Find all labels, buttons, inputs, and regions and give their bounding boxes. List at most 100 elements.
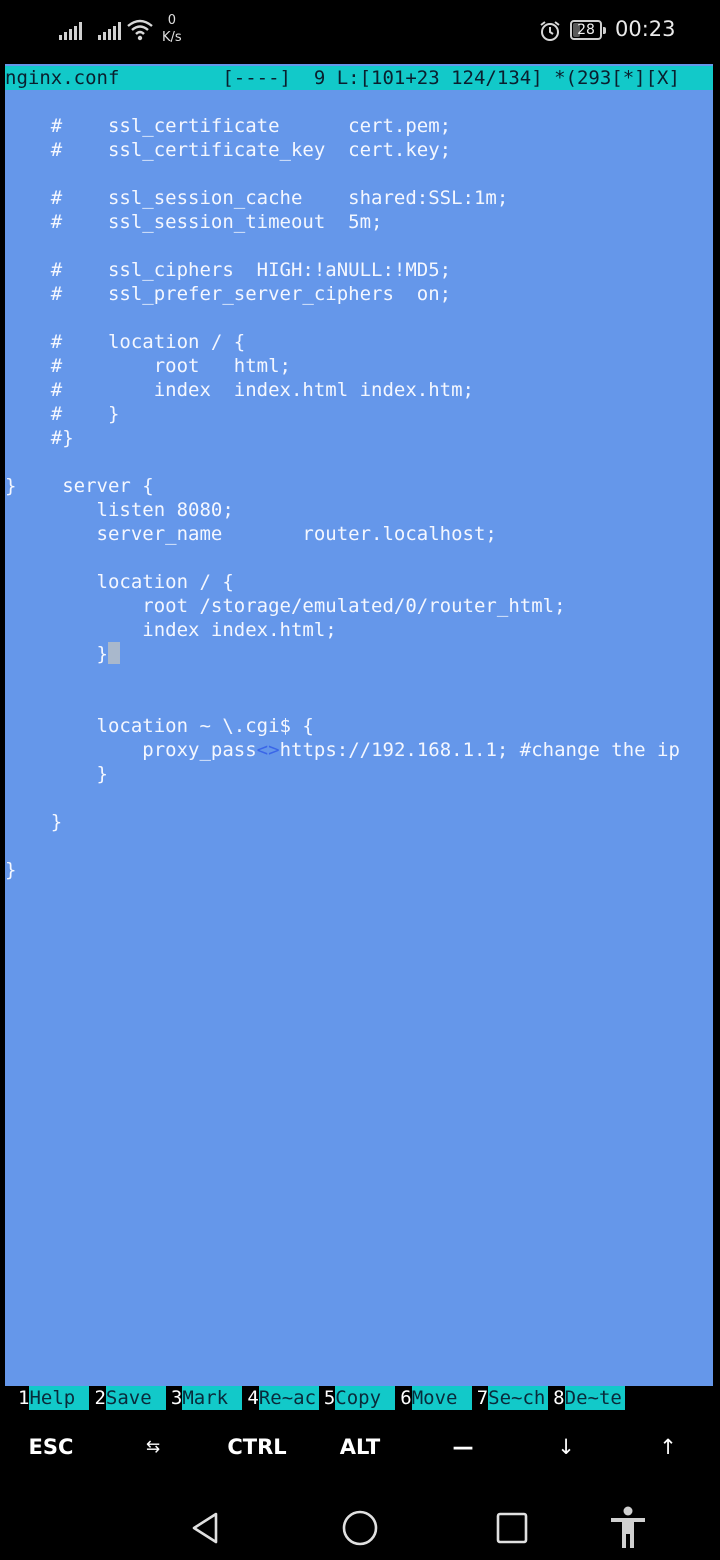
code-line-text: # ssl_session_cache shared:SSL:1m; — [5, 187, 509, 209]
accessibility-figure-icon — [611, 1506, 645, 1548]
code-line-text: } — [5, 643, 108, 665]
code-line-text: listen 8080; — [5, 499, 234, 521]
home-button[interactable] — [330, 1498, 390, 1558]
navigation-bar — [0, 1488, 720, 1560]
code-line-text: } server { — [5, 475, 154, 497]
back-triangle-icon — [192, 1512, 218, 1544]
wifi-icon — [127, 19, 153, 41]
ctrl-key[interactable]: CTRL — [204, 1410, 310, 1484]
battery-icon: 28 — [570, 20, 606, 40]
alt-key[interactable]: ALT — [310, 1410, 410, 1484]
code-line-text: # root html; — [5, 355, 291, 377]
code-line[interactable]: } server { — [5, 474, 680, 498]
function-key-label: Mark — [182, 1386, 243, 1410]
code-line-text: } — [5, 859, 17, 881]
up-arrow-key[interactable]: ↑ — [616, 1410, 720, 1484]
battery-level: 28 — [577, 22, 595, 38]
code-line[interactable]: # ssl_certificate_key cert.key; — [5, 138, 680, 162]
function-key-label: De~te — [564, 1386, 625, 1410]
function-key-1[interactable]: 1 Help — [18, 1386, 90, 1410]
function-key-2[interactable]: 2 Save — [94, 1386, 166, 1410]
accessibility-button[interactable] — [598, 1498, 658, 1558]
function-key-label: Se~ch — [488, 1386, 549, 1410]
code-line[interactable]: # ssl_session_timeout 5m; — [5, 210, 680, 234]
code-line[interactable]: # location / { — [5, 330, 680, 354]
code-line[interactable]: } — [5, 810, 680, 834]
function-key-bar: 1 Help 2 Save 3 Mark 4 Re~ac 5 Copy 6 Move 7 Se~ch 8 De… — [0, 1386, 720, 1410]
function-key-label: Move — [411, 1386, 472, 1410]
esc-key[interactable]: ESC — [0, 1410, 102, 1484]
code-line[interactable] — [5, 162, 680, 186]
home-circle-icon — [342, 1510, 378, 1546]
extra-keys-row: ESC ⇆ CTRL ALT — ↓ ↑ — [0, 1410, 720, 1488]
recents-square-icon — [496, 1512, 528, 1544]
editor-window[interactable]: nginx.conf [----] 9 L:[101+23 124/134] *… — [5, 64, 713, 1386]
code-line[interactable] — [5, 786, 680, 810]
back-button[interactable] — [176, 1498, 236, 1558]
function-key-number: 4 — [247, 1387, 259, 1409]
code-line[interactable] — [5, 546, 680, 570]
code-line-text: # } — [5, 403, 120, 425]
code-line[interactable] — [5, 834, 680, 858]
function-key-4[interactable]: 4 Re~ac — [247, 1386, 319, 1410]
net-speed-unit: K/s — [162, 30, 182, 45]
code-line[interactable]: # ssl_ciphers HIGH:!aNULL:!MD5; — [5, 258, 680, 282]
status-bar: 0 K/s 28 00:23 — [0, 0, 720, 64]
code-line[interactable]: } — [5, 642, 680, 666]
function-key-7[interactable]: 7 Se~ch — [476, 1386, 549, 1410]
code-line[interactable] — [5, 234, 680, 258]
recents-button[interactable] — [482, 1498, 542, 1558]
tab-key[interactable]: ⇆ — [102, 1410, 204, 1484]
dash-key[interactable]: — — [410, 1410, 516, 1484]
code-line[interactable]: server_name router.localhost; — [5, 522, 680, 546]
function-key-8[interactable]: 8 De~te — [553, 1386, 625, 1410]
code-line-text: server_name router.localhost; — [5, 523, 497, 545]
code-line-text: } — [5, 763, 108, 785]
code-line[interactable] — [5, 306, 680, 330]
code-line-text: # location / { — [5, 331, 246, 353]
code-line-text: location / { — [5, 571, 234, 593]
function-key-number: 2 — [94, 1387, 106, 1409]
code-line[interactable]: # } — [5, 402, 680, 426]
code-line-text: location ~ \.cgi$ { — [5, 715, 314, 737]
function-key-5[interactable]: 5 Copy — [323, 1386, 396, 1410]
code-line[interactable]: } — [5, 858, 680, 882]
code-line[interactable]: #} — [5, 426, 680, 450]
function-key-6[interactable]: 6 Move — [400, 1386, 472, 1410]
function-key-number: 5 — [323, 1387, 336, 1409]
function-key-3[interactable]: 3 Mark — [170, 1386, 243, 1410]
function-key-label: Save — [105, 1386, 166, 1410]
code-line[interactable] — [5, 666, 680, 690]
code-line-text: #} — [5, 427, 74, 449]
code-line[interactable]: proxy_pass<>https://192.168.1.1; #change… — [5, 738, 680, 762]
code-line-text: } — [5, 811, 63, 833]
code-line[interactable]: location / { — [5, 570, 680, 594]
code-line-text: proxy_pass — [5, 739, 257, 761]
function-key-label: Copy — [335, 1386, 396, 1410]
function-key-label: Help — [29, 1386, 90, 1410]
function-key-number: 3 — [170, 1387, 183, 1409]
code-line[interactable] — [5, 450, 680, 474]
code-line[interactable]: listen 8080; — [5, 498, 680, 522]
code-line[interactable] — [5, 690, 680, 714]
code-line-text: # ssl_prefer_server_ciphers on; — [5, 283, 452, 305]
clock: 00:23 — [615, 17, 676, 41]
function-key-number: 7 — [476, 1387, 489, 1409]
code-line[interactable]: } — [5, 762, 680, 786]
proxy-pass-value: https://192.168.1.1; #change the ip — [279, 739, 680, 761]
code-line[interactable]: # root html; — [5, 354, 680, 378]
code-line[interactable]: # ssl_session_cache shared:SSL:1m; — [5, 186, 680, 210]
code-line[interactable]: index index.html; — [5, 618, 680, 642]
code-line-text: # ssl_certificate cert.pem; — [5, 115, 452, 137]
code-area[interactable]: # ssl_certificate cert.pem; # ssl_certif… — [5, 114, 680, 882]
code-line-text: # ssl_session_timeout 5m; — [5, 211, 383, 233]
code-line[interactable]: # ssl_prefer_server_ciphers on; — [5, 282, 680, 306]
code-line[interactable]: location ~ \.cgi$ { — [5, 714, 680, 738]
code-line[interactable]: root /storage/emulated/0/router_html; — [5, 594, 680, 618]
tab-marker: <> — [256, 739, 280, 761]
text-cursor — [107, 642, 120, 664]
function-key-label: Re~ac — [258, 1386, 319, 1410]
code-line[interactable]: # index index.html index.htm; — [5, 378, 680, 402]
code-line[interactable]: # ssl_certificate cert.pem; — [5, 114, 680, 138]
down-arrow-key[interactable]: ↓ — [516, 1410, 616, 1484]
